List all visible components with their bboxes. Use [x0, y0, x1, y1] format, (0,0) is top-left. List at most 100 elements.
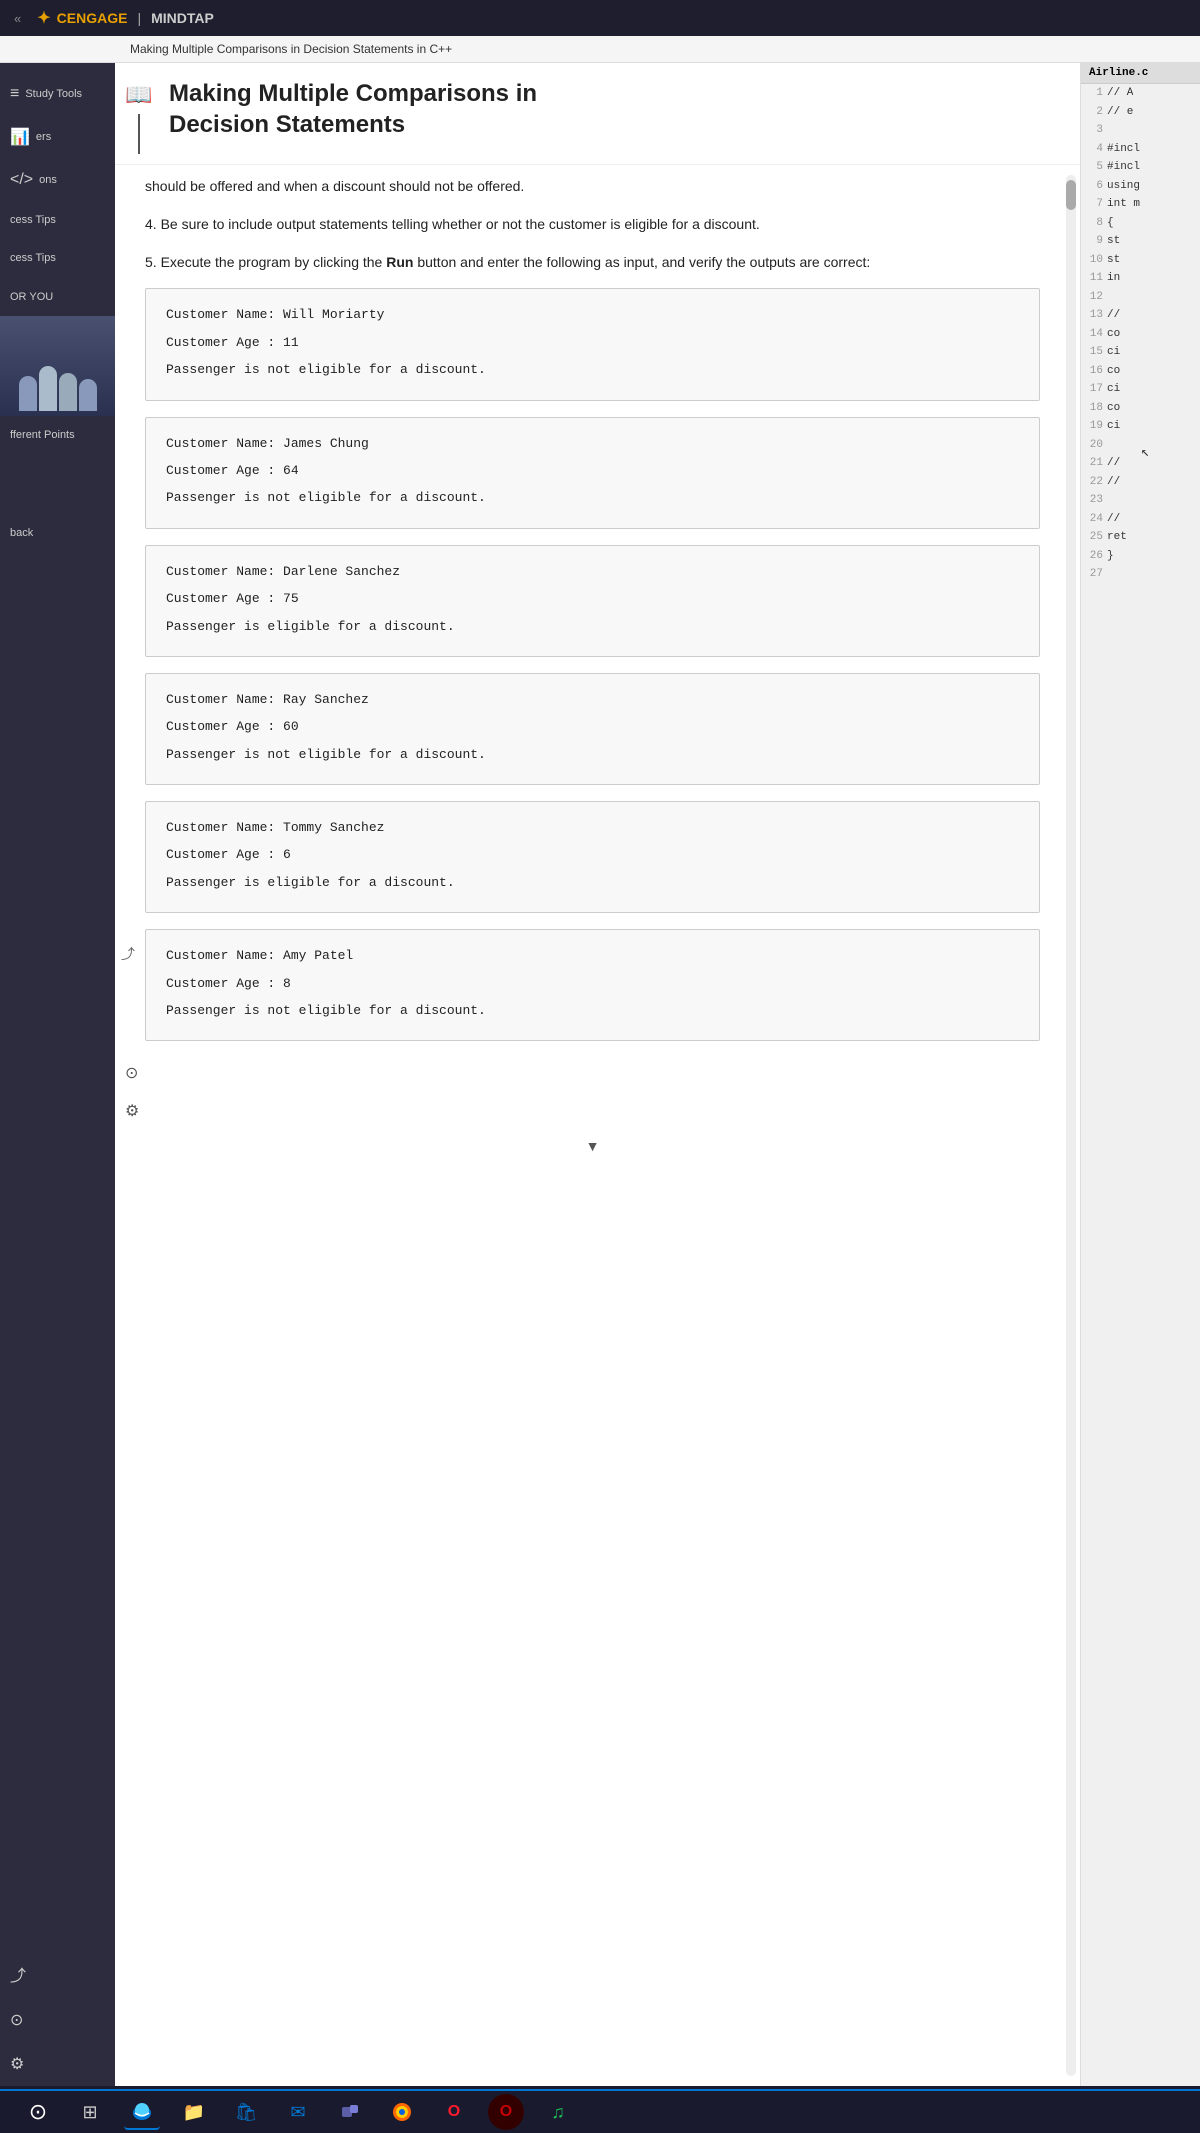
- code-line: 9 st: [1081, 232, 1200, 251]
- step4-text: 4. Be sure to include output statements …: [145, 213, 1040, 237]
- code-line: 6using: [1081, 177, 1200, 196]
- task-view-button[interactable]: ⊞: [72, 2094, 108, 2130]
- output-5-result: Passenger is eligible for a discount.: [166, 871, 1019, 894]
- code-lines: 1// A2// e34#incl5#incl6using7int m8{9 s…: [1081, 84, 1200, 584]
- scroll-down-indicator[interactable]: ▼: [145, 1135, 1040, 1157]
- spotify-button[interactable]: ♫: [540, 2094, 576, 2130]
- output-1-name: Customer Name: Will Moriarty: [166, 303, 1019, 326]
- sidebar-item-ers[interactable]: 📊 ers: [0, 115, 115, 159]
- breadcrumb-text: Making Multiple Comparisons in Decision …: [130, 42, 452, 56]
- line-number: 21: [1085, 455, 1103, 472]
- output-box-1: Customer Name: Will Moriarty Customer Ag…: [145, 288, 1040, 400]
- teams-button[interactable]: [332, 2094, 368, 2130]
- step5-text: 5. Execute the program by clicking the R…: [145, 251, 1040, 275]
- line-code: ret: [1107, 529, 1127, 546]
- sidebar-item-study-tools[interactable]: ≡ Study Tools: [0, 73, 115, 115]
- code-line: 7int m: [1081, 195, 1200, 214]
- line-number: 8: [1085, 215, 1103, 232]
- code-line: 17 ci: [1081, 380, 1200, 399]
- sidebar-item-fferent-points[interactable]: fferent Points: [0, 416, 115, 454]
- brand-logo: ✦ CENGAGE | MINDTAP: [37, 8, 214, 28]
- code-line: 1// A: [1081, 84, 1200, 103]
- line-code: st: [1107, 233, 1120, 250]
- sidebar-item-cess-tips-2[interactable]: cess Tips: [0, 239, 115, 277]
- code-line: 14 co: [1081, 325, 1200, 344]
- sidebar-oryou-label: OR YOU: [10, 290, 53, 304]
- output-1-age: Customer Age : 11: [166, 331, 1019, 354]
- windows-start-button[interactable]: ⊙: [20, 2094, 56, 2130]
- file-explorer-button[interactable]: 📁: [176, 2094, 212, 2130]
- output-box-3: Customer Name: Darlene Sanchez Customer …: [145, 545, 1040, 657]
- code-line: 18 co: [1081, 399, 1200, 418]
- mail-button[interactable]: ✉: [280, 2094, 316, 2130]
- book-icon: 📖: [125, 82, 152, 108]
- nav-arrows[interactable]: «: [14, 11, 21, 26]
- step3-continuation: should be offered and when a discount sh…: [145, 175, 1040, 199]
- taskbar: ⊙ ⊞ 📁 🛍 ✉ O O ♫: [0, 2089, 1200, 2133]
- line-code: co: [1107, 400, 1120, 417]
- gear-circle-icon[interactable]: ⚙: [125, 1099, 1040, 1125]
- sidebar-image-bg: [0, 316, 115, 416]
- bottom-icons: ⊙ ⚙: [125, 1061, 1040, 1124]
- sidebar-share-button[interactable]: ⤴: [0, 1950, 115, 1998]
- line-code: }: [1107, 548, 1114, 565]
- output-5-name: Customer Name: Tommy Sanchez: [166, 816, 1019, 839]
- line-number: 18: [1085, 400, 1103, 417]
- left-sidebar: ≡ Study Tools 📊 ers </> ons cess Tips ce…: [0, 63, 115, 2086]
- content-title-line2: Decision Statements: [169, 109, 537, 140]
- line-number: 26: [1085, 548, 1103, 565]
- line-number: 25: [1085, 529, 1103, 546]
- share-icon-inline[interactable]: ⤴: [121, 943, 135, 965]
- firefox-button[interactable]: [384, 2094, 420, 2130]
- share-icon: ⤴: [10, 1962, 26, 1986]
- store-button[interactable]: 🛍: [228, 2094, 264, 2130]
- code-line: 25 ret: [1081, 528, 1200, 547]
- output-6-age: Customer Age : 8: [166, 972, 1019, 995]
- output-box-4: Customer Name: Ray Sanchez Customer Age …: [145, 673, 1040, 785]
- sidebar-cess1-label: cess Tips: [10, 213, 56, 227]
- scrollbar-track[interactable]: [1066, 175, 1076, 2076]
- line-code: ci: [1107, 344, 1120, 361]
- content-body: should be offered and when a discount sh…: [115, 165, 1080, 2086]
- code-line: 3: [1081, 121, 1200, 140]
- sidebar-item-ons[interactable]: </> ons: [0, 159, 115, 201]
- sidebar-bottom: ⤴ ⊙ ⚙: [0, 1950, 115, 2086]
- code-line: 22 //: [1081, 473, 1200, 492]
- code-line: 5#incl: [1081, 158, 1200, 177]
- sidebar-item-back[interactable]: back: [0, 514, 115, 552]
- code-line: 4#incl: [1081, 140, 1200, 159]
- cengage-icon: ✦: [37, 8, 50, 28]
- code-line: 10 st: [1081, 251, 1200, 270]
- line-number: 14: [1085, 326, 1103, 343]
- opera-gx-button[interactable]: O: [488, 2094, 524, 2130]
- output-4-age: Customer Age : 60: [166, 715, 1019, 738]
- line-number: 9: [1085, 233, 1103, 250]
- code-line: 15 ci: [1081, 343, 1200, 362]
- list-icon: ≡: [10, 85, 19, 103]
- help-circle-icon[interactable]: ⊙: [125, 1061, 1040, 1087]
- sidebar-ons-label: ons: [39, 173, 57, 187]
- line-code: // e: [1107, 104, 1133, 121]
- person-2: [39, 366, 57, 411]
- output-box-6: Customer Name: Amy Patel Customer Age : …: [145, 929, 1040, 1041]
- line-number: 27: [1085, 566, 1103, 583]
- content-title-line1: Making Multiple Comparisons in: [169, 78, 537, 109]
- line-code: ci: [1107, 418, 1120, 435]
- edge-browser-button[interactable]: [124, 2094, 160, 2130]
- opera-button[interactable]: O: [436, 2094, 472, 2130]
- sidebar-ers-label: ers: [36, 130, 51, 144]
- output-3-name: Customer Name: Darlene Sanchez: [166, 560, 1019, 583]
- sidebar-item-or-you[interactable]: OR YOU: [0, 278, 115, 316]
- scrollbar-thumb[interactable]: [1066, 180, 1076, 210]
- brand-separator: |: [137, 10, 141, 26]
- sidebar-item-cess-tips-1[interactable]: cess Tips: [0, 201, 115, 239]
- code-line: 16 co: [1081, 362, 1200, 381]
- settings-icon: ⚙: [10, 2054, 24, 2074]
- line-number: 1: [1085, 85, 1103, 102]
- sidebar-settings-button[interactable]: ⚙: [0, 2042, 115, 2086]
- sidebar-help-button[interactable]: ⊙: [0, 1998, 115, 2042]
- output-3-age: Customer Age : 75: [166, 587, 1019, 610]
- person-4: [79, 379, 97, 411]
- sidebar-cess2-label: cess Tips: [10, 251, 56, 265]
- code-panel: Airline.c 1// A2// e34#incl5#incl6using7…: [1080, 63, 1200, 2086]
